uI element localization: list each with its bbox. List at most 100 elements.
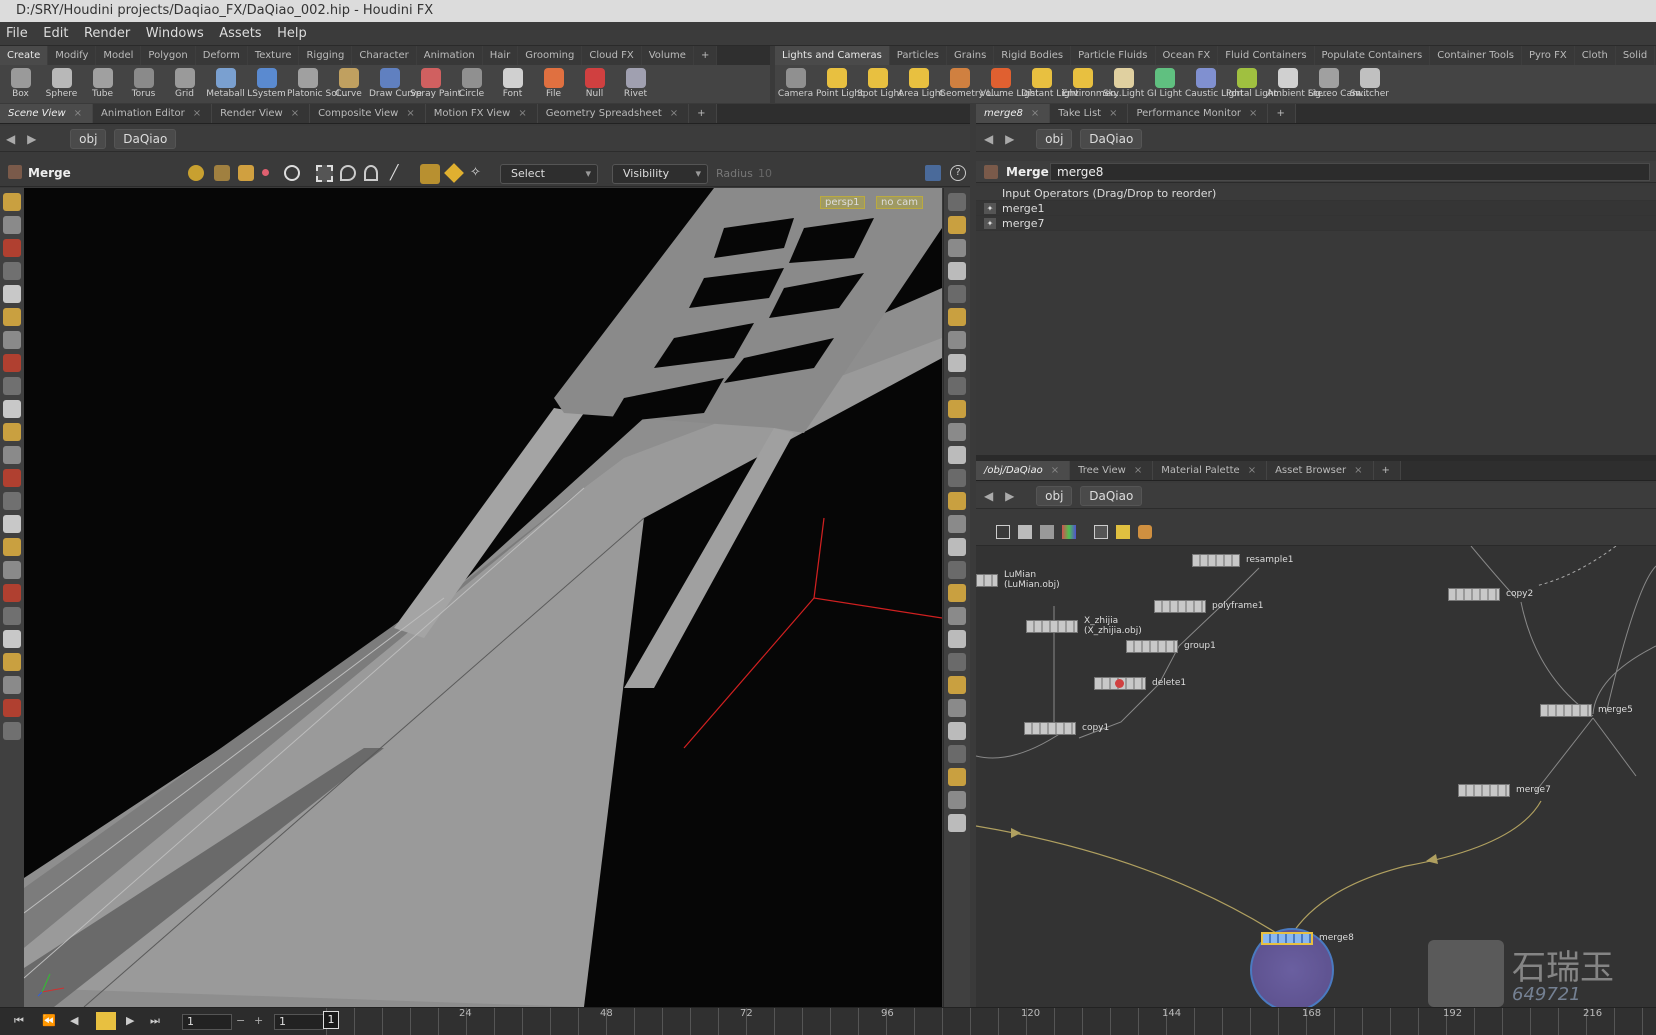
shelf-tab[interactable]: Lights and Cameras	[775, 46, 890, 65]
node-name-field[interactable]: merge8	[1050, 163, 1650, 181]
tool-icon[interactable]	[948, 377, 966, 395]
tree-layout-icon[interactable]	[996, 525, 1010, 539]
network-node[interactable]	[1126, 640, 1178, 653]
help-icon[interactable]: ?	[950, 165, 966, 181]
forward-arrow-icon[interactable]: ▶	[1005, 489, 1014, 503]
menu-edit[interactable]: Edit	[37, 22, 74, 46]
menu-render[interactable]: Render	[78, 22, 136, 46]
close-icon[interactable]: ×	[1051, 465, 1059, 476]
camera-menu[interactable]: persp1	[820, 196, 865, 209]
close-icon[interactable]: ×	[193, 108, 201, 119]
pane-tab[interactable]: Render View ×	[212, 104, 311, 123]
shelf-tab[interactable]: Character	[352, 46, 417, 65]
pane-tab[interactable]: Material Palette ×	[1153, 461, 1268, 480]
shelf-tool[interactable]: GI Light	[1144, 65, 1185, 103]
pane-tab[interactable]: merge8 ×	[976, 104, 1051, 123]
network-editor[interactable]: resample1 polyframe1 group1 delete1 copy1 X_z…	[976, 546, 1656, 1007]
layout-icon[interactable]	[1094, 525, 1108, 539]
snap-icon[interactable]	[188, 165, 204, 181]
shelf-tool[interactable]: File	[533, 65, 574, 103]
list-icon[interactable]	[1018, 525, 1032, 539]
shelf-tab[interactable]: Modify	[48, 46, 97, 65]
tool-icon[interactable]	[3, 515, 21, 533]
drag-handle-icon[interactable]: ✦	[984, 203, 996, 214]
shelf-tab[interactable]: Particles	[889, 46, 947, 65]
cam-mode-menu[interactable]: no cam	[876, 196, 924, 209]
shelf-tab[interactable]: Cloud FX	[582, 46, 642, 65]
back-arrow-icon[interactable]: ◀	[6, 132, 15, 146]
tool-icon[interactable]	[3, 193, 21, 211]
close-icon[interactable]: ×	[1109, 108, 1117, 119]
shelf-tool[interactable]: LSystem	[246, 65, 287, 103]
shelf-tool[interactable]: Switcher	[1349, 65, 1390, 103]
stop-button[interactable]	[96, 1012, 116, 1030]
tool-icon[interactable]	[948, 423, 966, 441]
shelf-tool[interactable]: Rivet	[615, 65, 656, 103]
shelf-tool[interactable]: Sky Light	[1103, 65, 1144, 103]
tool-icon[interactable]	[3, 722, 21, 740]
select-dropdown[interactable]: Select ▾	[500, 164, 598, 184]
add-tab-icon[interactable]: +	[1373, 461, 1401, 480]
path-daqiao[interactable]: DaQiao	[1080, 129, 1143, 149]
input-row-1[interactable]: ✦ merge1	[976, 201, 1656, 216]
add-tab-icon[interactable]: +	[689, 104, 717, 123]
drag-handle-icon[interactable]: ✦	[984, 218, 996, 229]
current-frame-marker[interactable]: 1	[323, 1011, 339, 1029]
shelf-tab[interactable]: Grains	[946, 46, 995, 65]
magnet-icon[interactable]	[238, 165, 254, 181]
close-icon[interactable]: ×	[1031, 108, 1039, 119]
add-tab-icon[interactable]: +	[1268, 104, 1296, 123]
pane-tab[interactable]: Asset Browser ×	[1267, 461, 1374, 480]
lasso-icon[interactable]	[340, 165, 356, 181]
shelf-tool[interactable]: Null	[574, 65, 615, 103]
pane-tab[interactable]: Tree View ×	[1070, 461, 1154, 480]
shelf-tab[interactable]: Deform	[195, 46, 248, 65]
shelf-tab[interactable]: Pyro FX	[1521, 46, 1575, 65]
frame-plus-button[interactable]: +	[254, 1014, 263, 1027]
network-node[interactable]	[1192, 554, 1240, 567]
display-options-icon[interactable]	[925, 165, 941, 181]
tool-icon[interactable]	[3, 561, 21, 579]
tool-icon[interactable]	[3, 653, 21, 671]
shelf-tool[interactable]: Camera	[775, 65, 816, 103]
network-node[interactable]	[1261, 932, 1313, 945]
tool-icon[interactable]	[948, 630, 966, 648]
tool-icon[interactable]	[948, 538, 966, 556]
tool-icon[interactable]	[948, 446, 966, 464]
shelf-tab[interactable]: Container Tools	[1430, 46, 1522, 65]
menu-assets[interactable]: Assets	[213, 22, 267, 46]
tool-icon[interactable]	[948, 722, 966, 740]
shelf-tab[interactable]: Grooming	[518, 46, 583, 65]
tool-icon[interactable]	[3, 584, 21, 602]
path-daqiao[interactable]: DaQiao	[114, 129, 177, 149]
tool-icon[interactable]	[948, 469, 966, 487]
tool-icon[interactable]	[948, 400, 966, 418]
shelf-tool[interactable]: Portal Light	[1226, 65, 1277, 103]
shelf-tool[interactable]: Caustic Light	[1185, 65, 1244, 103]
component-icon[interactable]	[444, 163, 464, 183]
shelf-tab[interactable]: Cloth	[1574, 46, 1616, 65]
close-icon[interactable]: ×	[406, 108, 414, 119]
tool-icon[interactable]	[948, 791, 966, 809]
laser-select-icon[interactable]: ╱	[390, 165, 398, 181]
tool-icon[interactable]	[948, 216, 966, 234]
menu-windows[interactable]: Windows	[140, 22, 210, 46]
pane-tab[interactable]: Motion FX View ×	[425, 104, 538, 123]
tool-icon[interactable]	[3, 446, 21, 464]
tool-icon[interactable]	[948, 653, 966, 671]
tool-icon[interactable]	[3, 216, 21, 234]
pane-tab[interactable]: Animation Editor ×	[93, 104, 213, 123]
shelf-tool[interactable]: Draw Curve	[369, 65, 422, 103]
close-icon[interactable]: ×	[1249, 108, 1257, 119]
close-icon[interactable]: ×	[670, 108, 678, 119]
shelf-tool[interactable]: Point Light	[816, 65, 864, 103]
tool-icon[interactable]	[3, 262, 21, 280]
pane-tab[interactable]: Geometry Spreadsheet ×	[537, 104, 690, 123]
shelf-tab[interactable]: Polygon	[141, 46, 196, 65]
sticky-note-icon[interactable]	[1116, 525, 1130, 539]
tool-icon[interactable]	[948, 492, 966, 510]
close-icon[interactable]: ×	[1248, 465, 1256, 476]
tool-icon[interactable]	[948, 814, 966, 832]
shelf-tool[interactable]: Ambient Lig...	[1267, 65, 1330, 103]
shelf-tab[interactable]: Rigging	[299, 46, 353, 65]
